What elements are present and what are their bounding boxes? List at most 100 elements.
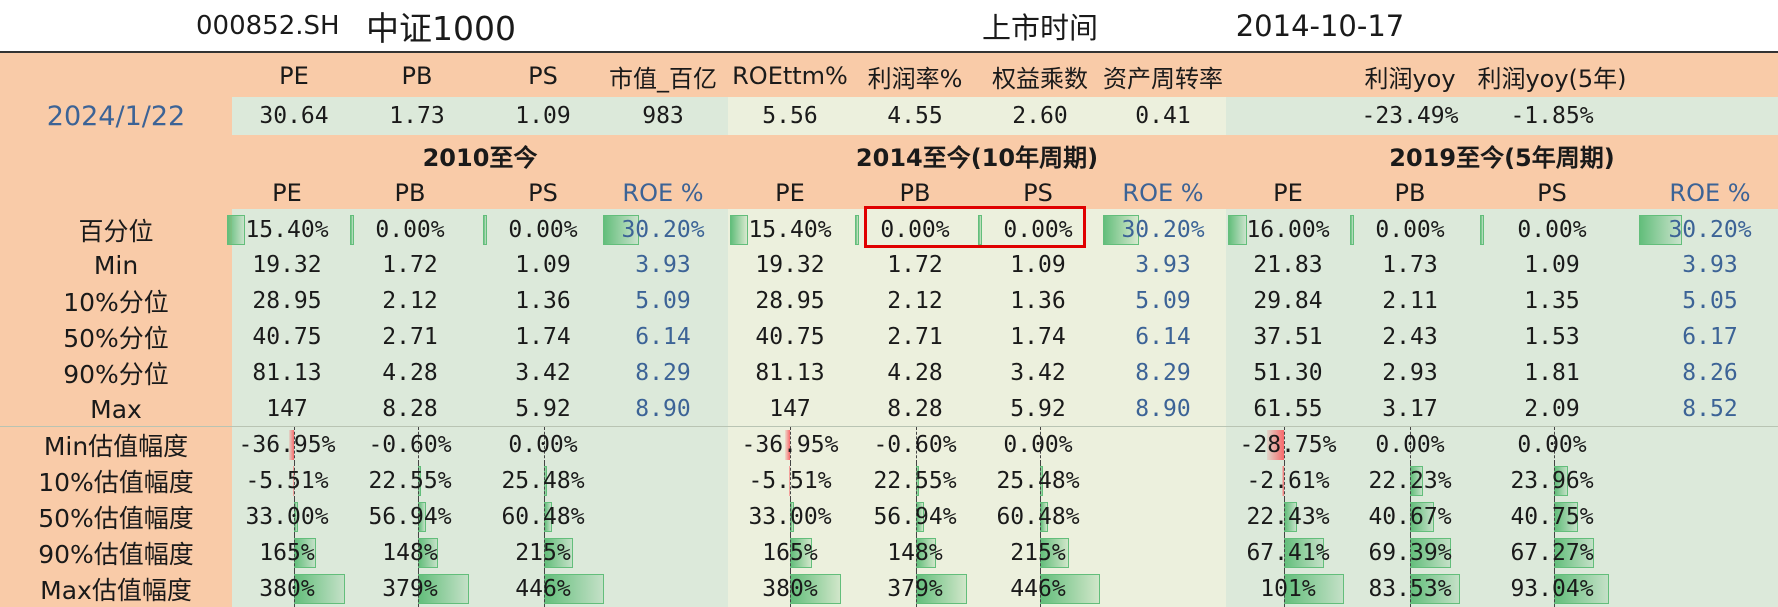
snapshot-value-2: 1.73 xyxy=(389,103,445,129)
stat-value-r3-c7: 1.74 xyxy=(1010,324,1066,350)
stat-label-5: Max xyxy=(90,394,142,424)
range-value-r5-c6: 379% xyxy=(887,576,943,602)
stat-value-r4-c3: 3.42 xyxy=(515,360,571,386)
range-value-r1-c5: -36.95% xyxy=(741,432,839,458)
stat-value-r4-c1: 81.13 xyxy=(252,360,322,386)
stat-label-2: 10%分位 xyxy=(63,288,169,317)
subheader-3: PS xyxy=(528,179,558,207)
range-value-r2-c2: 22.55% xyxy=(368,468,452,494)
range-value-r3-c2: 56.94% xyxy=(368,504,452,530)
stat-value-r2-c5: 28.95 xyxy=(755,288,825,314)
percentile-value-9: 16.00% xyxy=(1246,217,1330,243)
snapshot-value-6: 4.55 xyxy=(887,103,943,129)
range-label-3: 50%估值幅度 xyxy=(38,504,194,533)
range-value-r1-c9: -28.75% xyxy=(1239,432,1337,458)
range-value-r5-c11: 93.04% xyxy=(1510,576,1594,602)
stat-value-r2-c7: 1.36 xyxy=(1010,288,1066,314)
stat-value-r2-c1: 28.95 xyxy=(252,288,322,314)
stat-value-r3-c6: 2.71 xyxy=(887,324,943,350)
subheader-8: ROE % xyxy=(1122,179,1204,207)
range-label-5: Max估值幅度 xyxy=(40,576,192,605)
range-value-r5-c3: 446% xyxy=(515,576,571,602)
stat-value-r4-c10: 2.93 xyxy=(1382,360,1438,386)
highlight-box xyxy=(864,206,1086,248)
stat-value-r2-c3: 1.36 xyxy=(515,288,571,314)
stat-value-r1-c8: 3.93 xyxy=(1135,252,1191,278)
stat-value-r1-c11: 1.09 xyxy=(1524,252,1580,278)
percentile-value-3: 0.00% xyxy=(508,217,578,243)
snapshot-header-5: ROEttm% xyxy=(732,62,848,90)
stat-value-r1-c9: 21.83 xyxy=(1253,252,1323,278)
snapshot-header-2: PB xyxy=(401,62,433,90)
snapshot-value-1: 30.64 xyxy=(259,103,329,129)
stat-value-r1-c1: 19.32 xyxy=(252,252,322,278)
range-value-r5-c9: 101% xyxy=(1260,576,1316,602)
stat-value-r3-c9: 37.51 xyxy=(1253,324,1323,350)
stat-label-3: 50%分位 xyxy=(63,324,169,353)
range-value-r2-c5: -5.51% xyxy=(748,468,832,494)
range-value-r4-c2: 148% xyxy=(382,540,438,566)
percentile-value-8: 30.20% xyxy=(1121,217,1205,243)
stat-label-4: 90%分位 xyxy=(63,360,169,389)
range-value-r2-c9: -2.61% xyxy=(1246,468,1330,494)
range-value-r4-c7: 215% xyxy=(1010,540,1066,566)
subheader-2: PB xyxy=(394,179,426,207)
stat-value-r4-c7: 3.42 xyxy=(1010,360,1066,386)
range-value-r3-c7: 60.48% xyxy=(996,504,1080,530)
stat-value-r3-c12: 6.17 xyxy=(1682,324,1738,350)
range-label-1: Min估值幅度 xyxy=(43,432,189,461)
snapshot-header-7: 权益乘数 xyxy=(992,64,1088,93)
subheader-5: PE xyxy=(775,179,805,207)
range-value-r2-c1: -5.51% xyxy=(245,468,329,494)
range-label-4: 90%估值幅度 xyxy=(38,540,194,569)
range-value-r5-c5: 380% xyxy=(762,576,818,602)
stat-value-r5-c10: 3.17 xyxy=(1382,396,1438,422)
index-name: 中证1000 xyxy=(366,9,516,48)
stat-value-r3-c5: 40.75 xyxy=(755,324,825,350)
range-value-r3-c6: 56.94% xyxy=(873,504,957,530)
stat-value-r3-c1: 40.75 xyxy=(252,324,322,350)
subheader-9: PE xyxy=(1273,179,1303,207)
stat-value-r4-c9: 51.30 xyxy=(1253,360,1323,386)
stat-value-r5-c7: 5.92 xyxy=(1010,396,1066,422)
stat-label-1: Min xyxy=(93,250,139,280)
snapshot-header-6: 利润率% xyxy=(867,64,963,93)
stat-value-r3-c3: 1.74 xyxy=(515,324,571,350)
range-value-r2-c3: 25.48% xyxy=(501,468,585,494)
range-value-r3-c10: 40.67% xyxy=(1368,504,1452,530)
range-value-r4-c9: 67.41% xyxy=(1246,540,1330,566)
snapshot-value-7: 2.60 xyxy=(1012,103,1068,129)
subheader-10: PB xyxy=(1394,179,1426,207)
stat-value-r2-c8: 5.09 xyxy=(1135,288,1191,314)
percentile-value-10: 0.00% xyxy=(1375,217,1445,243)
range-value-r1-c11: 0.00% xyxy=(1517,432,1587,458)
range-label-2: 10%估值幅度 xyxy=(38,468,194,497)
subheader-12: ROE % xyxy=(1669,179,1751,207)
snapshot-value-8: 0.41 xyxy=(1135,103,1191,129)
stat-value-r2-c4: 5.09 xyxy=(635,288,691,314)
stat-value-r3-c10: 2.43 xyxy=(1382,324,1438,350)
stat-value-r1-c12: 3.93 xyxy=(1682,252,1738,278)
stat-value-r5-c8: 8.90 xyxy=(1135,396,1191,422)
range-value-r5-c10: 83.53% xyxy=(1368,576,1452,602)
snapshot-header-11: 利润yoy(5年) xyxy=(1477,64,1627,93)
subheader-4: ROE % xyxy=(622,179,704,207)
stat-value-r4-c4: 8.29 xyxy=(635,360,691,386)
range-value-r2-c10: 22.23% xyxy=(1368,468,1452,494)
stat-value-r5-c9: 61.55 xyxy=(1253,396,1323,422)
section-2010: 2010至今 xyxy=(422,143,538,172)
stat-value-r5-c12: 8.52 xyxy=(1682,396,1738,422)
range-value-r4-c6: 148% xyxy=(887,540,943,566)
range-value-r4-c10: 69.39% xyxy=(1368,540,1452,566)
stat-value-r2-c6: 2.12 xyxy=(887,288,943,314)
stat-value-r5-c3: 5.92 xyxy=(515,396,571,422)
range-value-r3-c3: 60.48% xyxy=(501,504,585,530)
stat-value-r3-c8: 6.14 xyxy=(1135,324,1191,350)
percentile-value-5: 15.40% xyxy=(748,217,832,243)
range-value-r2-c6: 22.55% xyxy=(873,468,957,494)
subheader-1: PE xyxy=(272,179,302,207)
stat-value-r1-c7: 1.09 xyxy=(1010,252,1066,278)
range-value-r3-c11: 40.75% xyxy=(1510,504,1594,530)
stat-value-r1-c3: 1.09 xyxy=(515,252,571,278)
snapshot-header-4: 市值_百亿 xyxy=(609,64,717,93)
